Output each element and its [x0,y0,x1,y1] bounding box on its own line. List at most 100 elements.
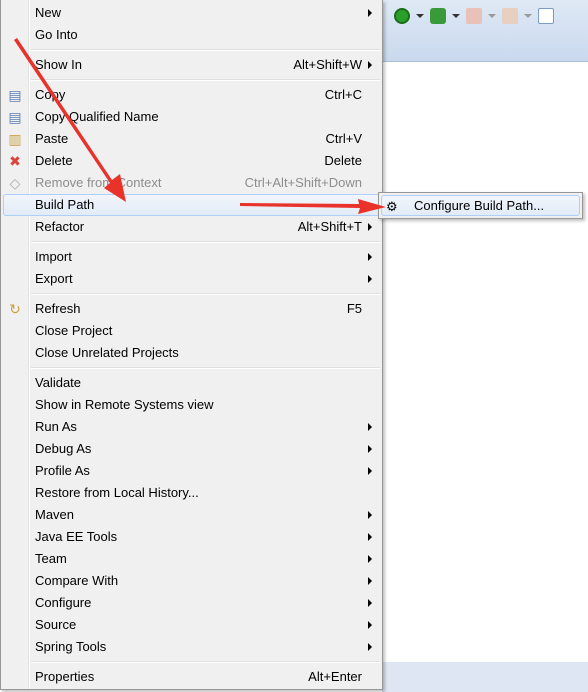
submenu-arrow-icon [368,555,372,563]
menu-item-label: Refresh [35,301,81,316]
menu-item-label: Remove from Context [35,175,162,190]
menu-item-label: Profile As [35,463,90,478]
menu-item-compare-with[interactable]: Compare With [1,570,382,592]
menu-item-maven[interactable]: Maven [1,504,382,526]
menu-separator [1,76,382,84]
menu-item-paste[interactable]: ▥ Paste Ctrl+V [1,128,382,150]
configure-build-path-icon: ⚙ [386,199,398,214]
submenu-arrow-icon [368,61,372,69]
menu-item-refactor[interactable]: Refactor Alt+Shift+T [1,216,382,238]
menu-item-label: Debug As [35,441,92,456]
menu-item-new[interactable]: New [1,2,382,24]
submenu-arrow-icon [368,533,372,541]
menu-separator [1,364,382,372]
menu-item-shortcut: Delete [324,153,362,168]
menu-item-copy-qualified-name[interactable]: ▤ Copy Qualified Name [1,106,382,128]
paste-icon: ▥ [8,131,22,147]
menu-item-debug-as[interactable]: Debug As [1,438,382,460]
new-java-project-icon[interactable] [538,8,554,24]
menu-item-label: Go Into [35,27,78,42]
menu-item-configure-build-path[interactable]: ⚙ Configure Build Path... [381,195,580,216]
menu-item-label: Java EE Tools [35,529,118,544]
stop-icon [466,8,482,24]
menu-item-label: Configure [35,595,92,610]
menu-item-label: Import [35,249,72,264]
menu-item-close-project[interactable]: Close Project [1,320,382,342]
menu-item-remove-from-context: ◇ Remove from Context Ctrl+Alt+Shift+Down [1,172,382,194]
menu-item-label: Delete [35,153,73,168]
menu-item-delete[interactable]: ✖ Delete Delete [1,150,382,172]
menu-separator [1,658,382,666]
menu-item-validate[interactable]: Validate [1,372,382,394]
build-path-submenu: ⚙ Configure Build Path... [378,192,583,219]
debug-dropdown-icon[interactable] [452,14,460,18]
external-tools-icon [502,8,518,24]
submenu-arrow-icon [368,9,372,17]
run-dropdown-icon[interactable] [416,14,424,18]
submenu-arrow-icon [368,621,372,629]
menu-item-build-path[interactable]: Build Path [3,194,380,216]
menu-item-export[interactable]: Export [1,268,382,290]
menu-separator [1,238,382,246]
submenu-arrow-icon [368,511,372,519]
menu-item-shortcut: F5 [346,301,362,316]
menu-item-label: Show In [35,57,82,72]
menu-item-label: Compare With [35,573,119,588]
menu-item-import[interactable]: Import [1,246,382,268]
menu-item-restore-from-local-history[interactable]: Restore from Local History... [1,482,382,504]
submenu-arrow-icon [368,423,372,431]
menu-item-label: Build Path [35,197,95,212]
menu-separator [1,290,382,298]
menu-item-label: Export [35,271,73,286]
menu-item-properties[interactable]: Properties Alt+Enter [1,666,382,688]
external-dropdown-icon [524,14,532,18]
menu-item-label: Team [35,551,67,566]
run-icon[interactable] [394,8,410,24]
menu-item-label: Validate [35,375,82,390]
submenu-arrow-icon [368,577,372,585]
menu-item-profile-as[interactable]: Profile As [1,460,382,482]
menu-item-label: Show in Remote Systems view [35,397,214,412]
menu-item-go-into[interactable]: Go Into [1,24,382,46]
menu-item-shortcut: Ctrl+V [325,131,362,146]
submenu-arrow-icon [368,253,372,261]
menu-item-label: Close Unrelated Projects [35,345,179,360]
menu-item-run-as[interactable]: Run As [1,416,382,438]
menu-item-label: Copy [35,87,66,102]
submenu-arrow-icon [368,275,372,283]
menu-item-shortcut: Ctrl+Alt+Shift+Down [244,175,362,190]
menu-item-shortcut: Alt+Enter [308,669,362,684]
menu-item-copy[interactable]: ▤ Copy Ctrl+C [1,84,382,106]
copy-icon: ▤ [8,87,22,103]
menu-item-refresh[interactable]: ↻ Refresh F5 [1,298,382,320]
menu-item-label: Close Project [35,323,113,338]
menu-item-label: Spring Tools [35,639,107,654]
submenu-arrow-icon [368,599,372,607]
menu-item-label: Refactor [35,219,85,234]
remove-context-icon: ◇ [9,175,21,191]
submenu-arrow-icon [368,467,372,475]
delete-icon: ✖ [9,153,21,169]
menu-item-label: Copy Qualified Name [35,109,159,124]
menu-item-show-in[interactable]: Show In Alt+Shift+W [1,54,382,76]
menu-item-shortcut: Alt+Shift+T [297,219,362,234]
menu-item-label: Paste [35,131,69,146]
submenu-arrow-icon [368,223,372,231]
submenu-arrow-icon [368,643,372,651]
menu-item-source[interactable]: Source [1,614,382,636]
refresh-icon: ↻ [9,301,21,317]
menu-item-spring-tools[interactable]: Spring Tools [1,636,382,658]
copy-qualified-name-icon: ▤ [8,109,22,125]
menu-item-label: Source [35,617,77,632]
menu-item-configure[interactable]: Configure [1,592,382,614]
editor-bottom-bar [382,662,588,692]
menu-item-label: Maven [35,507,75,522]
debug-server-icon[interactable] [430,8,446,24]
menu-item-team[interactable]: Team [1,548,382,570]
menu-item-label: Configure Build Path... [414,198,545,213]
stop-dropdown-icon [488,14,496,18]
menu-item-close-unrelated-projects[interactable]: Close Unrelated Projects [1,342,382,364]
menu-item-show-in-remote-systems-view[interactable]: Show in Remote Systems view [1,394,382,416]
context-menu: New Go Into Show In Alt+Shift+W ▤ Copy Ctrl+C ▤… [0,0,383,690]
menu-item-java-ee-tools[interactable]: Java EE Tools [1,526,382,548]
